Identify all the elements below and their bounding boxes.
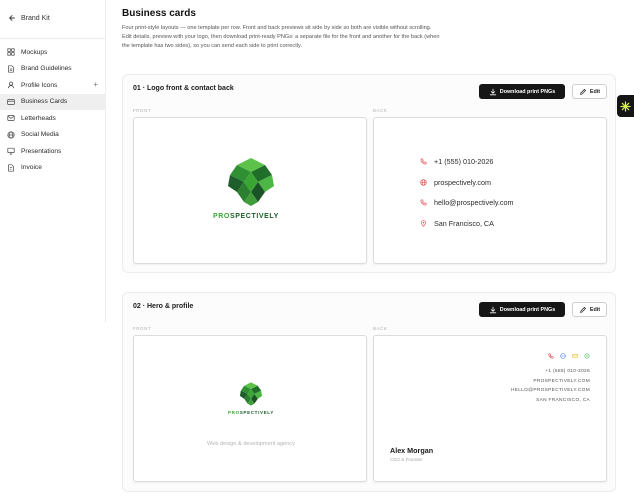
download-label: Download print PNGs: [499, 88, 556, 95]
globe-icon: [420, 179, 427, 186]
document-icon: [7, 65, 15, 73]
contact-line: SAN FRANCISCO, CA: [536, 397, 590, 403]
front-label: FRONT: [133, 108, 152, 113]
download-icon: [489, 88, 497, 96]
back-to-brand-kit-link[interactable]: Brand Kit: [8, 14, 50, 22]
template-title: 02 · Hero & profile: [133, 303, 194, 310]
card-back-preview: +1 (555) 010-2026 PROSPECTIVELY.COM HELL…: [373, 335, 607, 482]
sidebar-item-invoice[interactable]: Invoice: [0, 160, 106, 177]
sidebar-item-label: Mockups: [21, 48, 48, 56]
person-name: Alex Morgan: [390, 446, 434, 455]
sidebar-nav: Mockups Brand Guidelines Profile Icons +…: [0, 44, 106, 176]
globe-icon: [560, 353, 566, 359]
sparkle-icon: [620, 100, 631, 112]
contact-text: San Francisco, CA: [434, 219, 494, 228]
mail-icon: [572, 353, 578, 359]
contact-line: +1 (555) 010-2026: [545, 369, 590, 374]
pencil-icon: [579, 88, 587, 96]
grid-icon: [7, 48, 15, 56]
globe-icon: [7, 131, 15, 139]
sidebar-item-presentations[interactable]: Presentations: [0, 143, 106, 160]
edit-button[interactable]: Edit: [572, 302, 607, 317]
sidebar-item-social-media[interactable]: Social Media: [0, 127, 106, 144]
edit-label: Edit: [589, 306, 601, 313]
sidebar-item-business-cards[interactable]: Business Cards: [0, 93, 106, 110]
contact-line: HELLO@PROSPECTIVELY.COM: [510, 388, 590, 393]
contact-icon-row: [548, 353, 590, 359]
sidebar-item-label: Profile Icons: [21, 81, 58, 89]
download-print-pngs-button[interactable]: Download print PNGs: [479, 84, 565, 99]
sidebar-divider: [0, 38, 106, 39]
contact-location: San Francisco, CA: [420, 219, 494, 228]
page-title: Business cards: [122, 8, 196, 19]
sidebar-item-label: Presentations: [21, 147, 62, 155]
mail-icon: [7, 114, 15, 122]
front-label: FRONT: [133, 326, 152, 331]
contact-line: PROSPECTIVELY.COM: [533, 378, 590, 384]
phone-icon: [420, 158, 427, 165]
expand-plus-icon[interactable]: +: [93, 80, 98, 89]
sidebar-item-profile-icons[interactable]: Profile Icons +: [0, 77, 106, 94]
page-description: Four print-style layouts — one template …: [122, 25, 440, 49]
card-front-preview: PROSPECTIVELY: [133, 117, 367, 264]
sidebar: Brand Kit Mockups Brand Guidelines Profi…: [0, 0, 106, 322]
contact-lines: +1 (555) 010-2026 PROSPECTIVELY.COM HELL…: [511, 367, 590, 405]
sidebar-item-mockups[interactable]: Mockups: [0, 44, 106, 61]
sidebar-item-label: Invoice: [21, 164, 42, 172]
brand-wordmark: PROSPECTIVELY: [228, 410, 274, 415]
brand-wordmark-rest: SPECTIVELY: [239, 410, 274, 415]
pencil-icon: [579, 306, 587, 314]
card-front-preview: PROSPECTIVELY Web design & development a…: [133, 335, 367, 482]
prospectively-logo: [239, 382, 263, 406]
floating-assistant-button[interactable]: [617, 95, 634, 117]
phone-icon: [420, 199, 427, 206]
card-back-preview: +1 (555) 010-2026 prospectively.com hell…: [373, 117, 607, 264]
monitor-icon: [7, 147, 15, 155]
edit-button[interactable]: Edit: [572, 84, 607, 99]
user-icon: [7, 81, 15, 89]
sidebar-item-label: Letterheads: [21, 114, 56, 122]
location-pin-icon: [584, 353, 590, 359]
brand-wordmark: PROSPECTIVELY: [213, 213, 279, 220]
edit-label: Edit: [589, 88, 601, 95]
person-role: CEO & Founder: [390, 457, 423, 462]
location-pin-icon: [420, 220, 427, 227]
template-section: 02 · Hero & profile Download print PNGs …: [122, 292, 616, 492]
phone-icon: [548, 353, 554, 359]
card-icon: [7, 98, 15, 106]
contact-text: hello@prospectively.com: [434, 198, 514, 207]
brand-wordmark-pro: PRO: [213, 213, 230, 220]
back-label: BACK: [373, 326, 388, 331]
contact-text: prospectively.com: [434, 178, 491, 187]
sidebar-item-letterheads[interactable]: Letterheads: [0, 110, 106, 127]
contact-website: prospectively.com: [420, 178, 491, 187]
sidebar-item-label: Social Media: [21, 131, 59, 139]
back-label: BACK: [373, 108, 388, 113]
template-title: 01 · Logo front & contact back: [133, 85, 234, 92]
invoice-icon: [7, 164, 15, 172]
tagline: Web design & development agency: [207, 441, 295, 447]
template-section: 01 · Logo front & contact back Download …: [122, 74, 616, 273]
contact-email: hello@prospectively.com: [420, 198, 513, 207]
sidebar-item-brand-guidelines[interactable]: Brand Guidelines: [0, 61, 106, 78]
arrow-left-icon: [8, 14, 16, 22]
back-label: Brand Kit: [21, 14, 50, 22]
brand-wordmark-pro: PRO: [228, 410, 240, 415]
sidebar-item-label: Brand Guidelines: [21, 65, 72, 73]
sidebar-item-label: Business Cards: [21, 98, 68, 106]
brand-wordmark-rest: SPECTIVELY: [229, 213, 279, 220]
contact-phone: +1 (555) 010-2026: [420, 157, 493, 166]
prospectively-logo: [228, 158, 274, 206]
download-icon: [489, 306, 497, 314]
download-print-pngs-button[interactable]: Download print PNGs: [479, 302, 565, 317]
download-label: Download print PNGs: [499, 306, 556, 313]
contact-text: +1 (555) 010-2026: [434, 157, 494, 166]
